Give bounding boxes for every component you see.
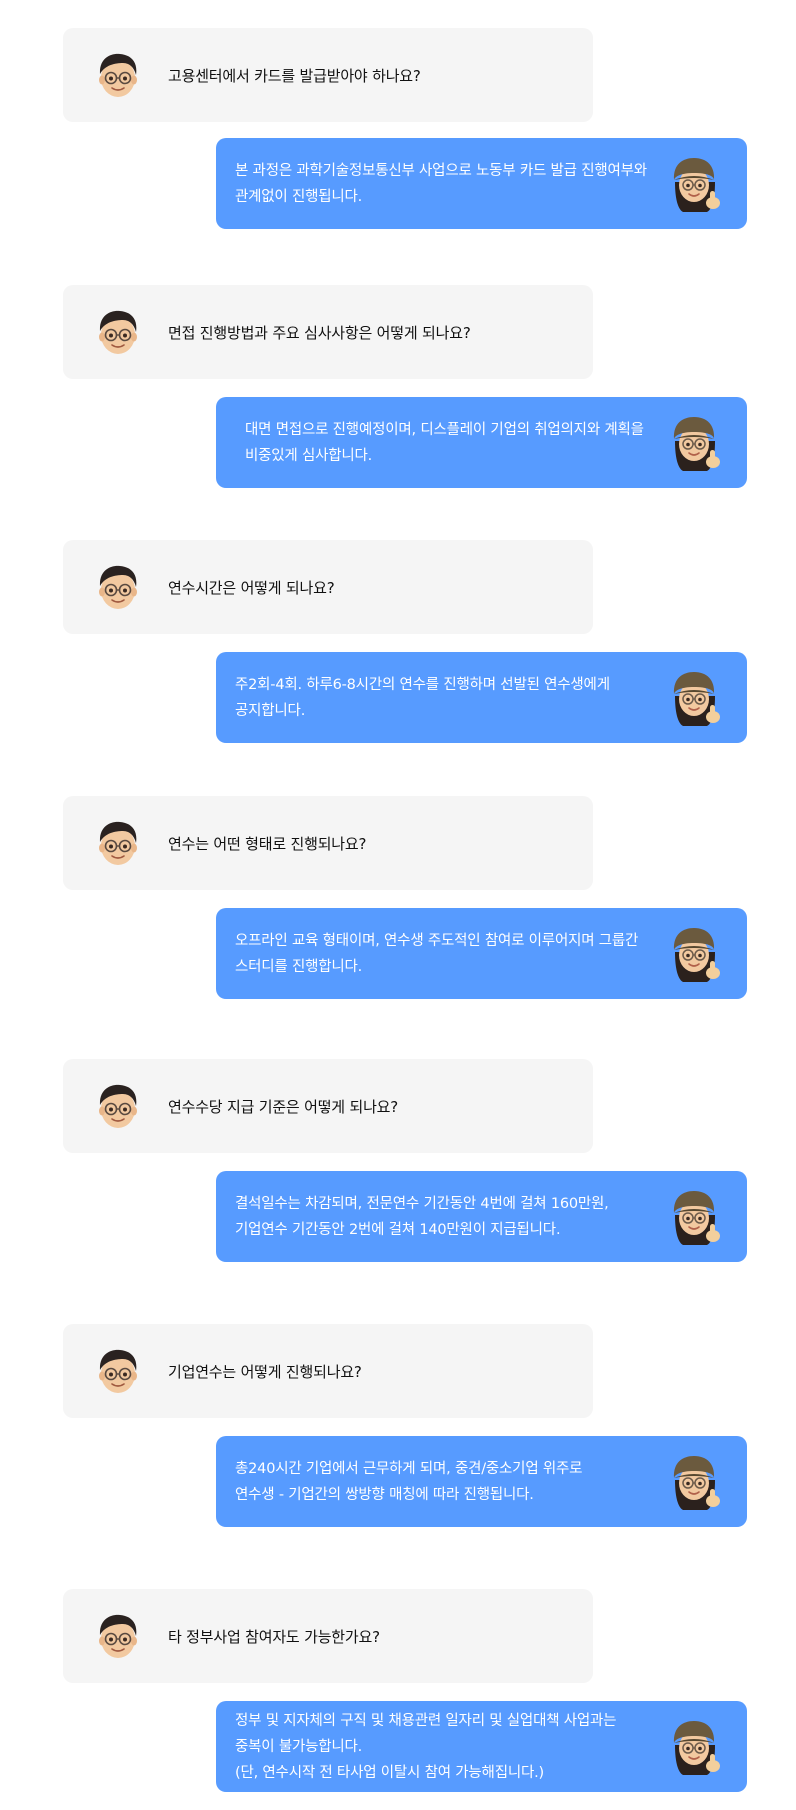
boy-memoji-icon bbox=[93, 818, 143, 868]
faq-question-card: 고용센터에서 카드를 발급받아야 하나요? bbox=[63, 28, 593, 122]
girl-thumbs-up-memoji-icon bbox=[667, 1187, 723, 1247]
girl-thumbs-up-memoji-icon bbox=[667, 154, 723, 214]
faq-answer-line: 정부 및 지자체의 구직 및 채용관련 일자리 및 실업대책 사업과는 bbox=[235, 1712, 617, 1729]
faq-answer-card: 본 과정은 과학기술정보통신부 사업으로 노동부 카드 발급 진행여부와 관계없… bbox=[216, 138, 747, 229]
faq-answer-line: 스터디를 진행합니다. bbox=[235, 958, 363, 975]
faq-answer-text: 대면 면접으로 진행예정이며, 디스플레이 기업의 취업의지와 계획을 비중있게… bbox=[245, 397, 667, 488]
faq-answer-text: 정부 및 지자체의 구직 및 채용관련 일자리 및 실업대책 사업과는 중복이 … bbox=[235, 1701, 667, 1792]
faq-answer-line: 본 과정은 과학기술정보통신부 사업으로 노동부 카드 발급 진행여부와 bbox=[235, 162, 647, 179]
boy-memoji-icon bbox=[93, 1346, 143, 1396]
girl-thumbs-up-memoji-icon bbox=[667, 924, 723, 984]
faq-answer-text: 주2회-4회. 하루6-8시간의 연수를 진행하며 선발된 연수생에게 공지합니… bbox=[235, 652, 667, 743]
faq-answer-line: (단, 연수시작 전 타사업 이탈시 참여 가능해집니다.) bbox=[235, 1764, 544, 1781]
boy-memoji-icon bbox=[93, 307, 143, 357]
faq-answer-text: 결석일수는 차감되며, 전문연수 기간동안 4번에 걸쳐 160만원, 기업연수… bbox=[235, 1171, 667, 1262]
faq-question-text: 연수는 어떤 형태로 진행되나요? bbox=[168, 834, 367, 853]
faq-question-card: 연수시간은 어떻게 되나요? bbox=[63, 540, 593, 634]
faq-question-card: 기업연수는 어떻게 진행되나요? bbox=[63, 1324, 593, 1418]
faq-answer-line: 총240시간 기업에서 근무하게 되며, 중견/중소기업 위주로 bbox=[235, 1460, 583, 1477]
faq-answer-line: 기업연수 기간동안 2번에 걸쳐 140만원이 지급됩니다. bbox=[235, 1221, 561, 1238]
faq-answer-text: 본 과정은 과학기술정보통신부 사업으로 노동부 카드 발급 진행여부와 관계없… bbox=[235, 138, 667, 229]
faq-answer-line: 결석일수는 차감되며, 전문연수 기간동안 4번에 걸쳐 160만원, bbox=[235, 1195, 609, 1212]
faq-question-text: 타 정부사업 참여자도 가능한가요? bbox=[168, 1627, 380, 1646]
faq-answer-line: 오프라인 교육 형태이며, 연수생 주도적인 참여로 이루어지며 그룹간 bbox=[235, 932, 639, 949]
faq-question-text: 기업연수는 어떻게 진행되나요? bbox=[168, 1362, 362, 1381]
faq-answer-card: 총240시간 기업에서 근무하게 되며, 중견/중소기업 위주로 연수생 - 기… bbox=[216, 1436, 747, 1527]
girl-thumbs-up-memoji-icon bbox=[667, 1717, 723, 1777]
boy-memoji-icon bbox=[93, 1081, 143, 1131]
girl-thumbs-up-memoji-icon bbox=[667, 668, 723, 728]
faq-answer-line: 비중있게 심사합니다. bbox=[245, 447, 373, 464]
faq-question-card: 연수수당 지급 기준은 어떻게 되나요? bbox=[63, 1059, 593, 1153]
faq-question-text: 연수시간은 어떻게 되나요? bbox=[168, 578, 335, 597]
faq-question-card: 연수는 어떤 형태로 진행되나요? bbox=[63, 796, 593, 890]
faq-question-card: 타 정부사업 참여자도 가능한가요? bbox=[63, 1589, 593, 1683]
faq-answer-line: 주2회-4회. 하루6-8시간의 연수를 진행하며 선발된 연수생에게 bbox=[235, 676, 610, 693]
faq-answer-text: 오프라인 교육 형태이며, 연수생 주도적인 참여로 이루어지며 그룹간 스터디… bbox=[235, 908, 667, 999]
faq-answer-card: 대면 면접으로 진행예정이며, 디스플레이 기업의 취업의지와 계획을 비중있게… bbox=[216, 397, 747, 488]
faq-question-text: 연수수당 지급 기준은 어떻게 되나요? bbox=[168, 1097, 399, 1116]
faq-answer-card: 주2회-4회. 하루6-8시간의 연수를 진행하며 선발된 연수생에게 공지합니… bbox=[216, 652, 747, 743]
faq-answer-card: 정부 및 지자체의 구직 및 채용관련 일자리 및 실업대책 사업과는 중복이 … bbox=[216, 1701, 747, 1792]
girl-thumbs-up-memoji-icon bbox=[667, 1452, 723, 1512]
faq-question-text: 고용센터에서 카드를 발급받아야 하나요? bbox=[168, 66, 421, 85]
faq-question-text: 면접 진행방법과 주요 심사사항은 어떻게 되나요? bbox=[168, 323, 471, 342]
faq-answer-line: 중복이 불가능합니다. bbox=[235, 1738, 363, 1755]
faq-question-card: 면접 진행방법과 주요 심사사항은 어떻게 되나요? bbox=[63, 285, 593, 379]
faq-answer-line: 관계없이 진행됩니다. bbox=[235, 188, 363, 205]
faq-answer-card: 결석일수는 차감되며, 전문연수 기간동안 4번에 걸쳐 160만원, 기업연수… bbox=[216, 1171, 747, 1262]
faq-answer-text: 총240시간 기업에서 근무하게 되며, 중견/중소기업 위주로 연수생 - 기… bbox=[235, 1436, 667, 1527]
faq-answer-line: 대면 면접으로 진행예정이며, 디스플레이 기업의 취업의지와 계획을 bbox=[245, 421, 644, 438]
faq-answer-card: 오프라인 교육 형태이며, 연수생 주도적인 참여로 이루어지며 그룹간 스터디… bbox=[216, 908, 747, 999]
boy-memoji-icon bbox=[93, 1611, 143, 1661]
boy-memoji-icon bbox=[93, 50, 143, 100]
boy-memoji-icon bbox=[93, 562, 143, 612]
girl-thumbs-up-memoji-icon bbox=[667, 413, 723, 473]
faq-answer-line: 연수생 - 기업간의 쌍방향 매칭에 따라 진행됩니다. bbox=[235, 1486, 534, 1503]
faq-answer-line: 공지합니다. bbox=[235, 702, 306, 719]
